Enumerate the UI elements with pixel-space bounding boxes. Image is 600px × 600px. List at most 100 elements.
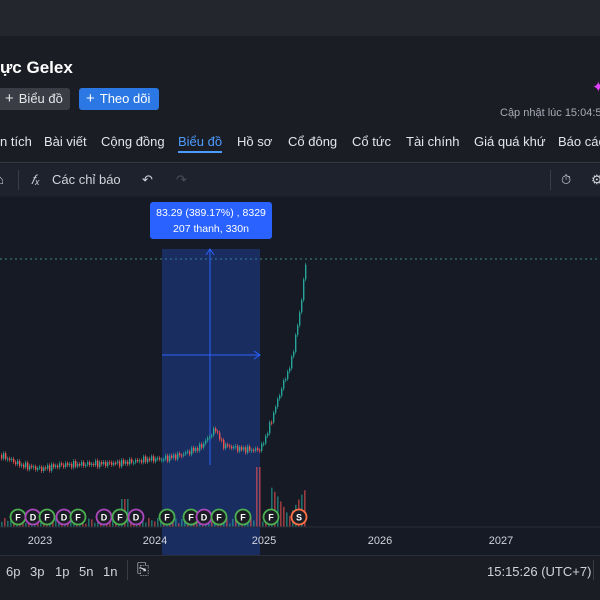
event-marker[interactable]: D	[195, 508, 213, 526]
x-axis: 2023 2024 2025 2026 2027	[28, 535, 513, 547]
event-marker[interactable]: D	[55, 508, 73, 526]
follow-button[interactable]: + Theo dõi	[79, 88, 159, 110]
alert-icon[interactable]: ⏱	[561, 172, 571, 188]
volume-bar	[232, 518, 234, 527]
timeframe-5n[interactable]: 5n	[79, 564, 93, 579]
event-marker-label: D	[133, 513, 140, 523]
event-marker[interactable]: F	[234, 508, 252, 526]
volume-bar	[151, 520, 153, 527]
measure-label: 83.29 (389.17%) , 8329 207 thanh, 330n	[150, 202, 272, 239]
chart-area[interactable]: FDFDFDFDFFDFFFS 83.29 (389.17%) , 8329 2…	[0, 197, 600, 555]
event-marker-label: F	[44, 513, 50, 523]
tab-financials[interactable]: Tài chính	[406, 134, 459, 149]
x-tick-label: 2023	[28, 535, 52, 547]
volume-bar	[253, 520, 255, 527]
volume-bar	[256, 467, 258, 527]
event-marker[interactable]: F	[158, 508, 176, 526]
volume-bar	[280, 501, 282, 527]
timeframe-1p[interactable]: 1p	[55, 564, 69, 579]
tab-articles[interactable]: Bài viết	[44, 134, 87, 149]
tab-shareholders[interactable]: Cổ đông	[288, 134, 337, 149]
volume-bar	[175, 518, 177, 527]
timeframe-1n[interactable]: 1n	[103, 564, 117, 579]
x-tick-label: 2026	[368, 535, 392, 547]
event-marker-label: D	[61, 513, 68, 523]
tab-community[interactable]: Cộng đồng	[101, 134, 165, 149]
event-marker[interactable]: S	[290, 508, 308, 526]
measure-label-line2: 207 thanh, 330n	[173, 223, 249, 235]
volume-bar	[4, 518, 6, 527]
volume-bar	[88, 518, 90, 527]
plus-icon: +	[5, 90, 14, 107]
event-marker-label: F	[268, 513, 274, 523]
bottom-bar: 6p 3p 1p 5n 1n ⎘ 15:15:26 (UTC+7)	[0, 555, 600, 586]
event-marker[interactable]: D	[95, 508, 113, 526]
event-marker-label: F	[75, 513, 81, 523]
price-chart[interactable]: FDFDFDFDFFDFFFS 83.29 (389.17%) , 8329 2…	[0, 197, 600, 555]
timeframe-6p[interactable]: 6p	[6, 564, 20, 579]
volume-bar	[259, 467, 261, 527]
tab-analysis[interactable]: n tích	[0, 134, 32, 149]
tab-reports[interactable]: Báo các	[558, 134, 600, 149]
volume-bar	[148, 518, 150, 527]
volume-bar	[178, 523, 180, 527]
event-marker[interactable]: F	[9, 508, 27, 526]
event-marker[interactable]: F	[210, 508, 228, 526]
indicators-button[interactable]: Các chỉ báo	[52, 172, 121, 187]
chart-button-label: Biểu đồ	[18, 91, 63, 106]
volume-bar	[1, 521, 3, 527]
event-marker-label: F	[15, 513, 21, 523]
interval-icon[interactable]: ⌂	[0, 172, 4, 187]
divider	[18, 170, 19, 190]
divider	[593, 560, 594, 580]
tab-profile[interactable]: Hồ sơ	[237, 134, 272, 149]
updated-time: Cập nhật lúc 15:04:5	[500, 107, 600, 119]
volume-bar	[91, 519, 93, 527]
plus-icon: +	[86, 90, 95, 107]
x-tick-label: 2027	[489, 535, 513, 547]
chart-button[interactable]: + Biểu đồ	[0, 88, 70, 110]
active-tab-underline	[178, 151, 222, 153]
divider	[127, 560, 128, 580]
volume-bar	[262, 521, 264, 527]
event-marker-label: D	[30, 513, 37, 523]
volume-bar	[94, 522, 96, 527]
event-marker-label: D	[101, 513, 108, 523]
timeframe-3p[interactable]: 3p	[30, 564, 44, 579]
measure-label-line1: 83.29 (389.17%) , 8329	[156, 207, 266, 219]
volume-bar	[145, 522, 147, 527]
volume-bar	[283, 506, 285, 527]
function-icon[interactable]: 𝑓ₓ	[31, 172, 40, 188]
event-marker[interactable]: D	[24, 508, 42, 526]
price-series	[1, 262, 307, 473]
event-marker[interactable]: F	[262, 508, 280, 526]
x-tick-label: 2024	[143, 535, 167, 547]
event-marker-label: F	[164, 513, 170, 523]
tab-historical-prices[interactable]: Giá quá khứ	[474, 134, 546, 149]
event-marker-label: D	[201, 513, 208, 523]
settings-icon[interactable]: ⚙	[591, 172, 600, 188]
volume-bar	[229, 523, 231, 527]
volume-bar	[286, 512, 288, 527]
divider	[550, 170, 551, 190]
divider	[0, 162, 600, 163]
date-range-icon[interactable]: ⎘	[137, 561, 149, 578]
undo-icon[interactable]: ↶	[142, 172, 153, 188]
event-marker[interactable]: D	[127, 508, 145, 526]
volume-bar	[289, 515, 291, 527]
footer	[0, 585, 600, 600]
volume-bar	[25, 522, 27, 527]
redo-icon[interactable]: ↷	[176, 172, 187, 188]
event-marker[interactable]: F	[111, 508, 129, 526]
event-marker[interactable]: F	[69, 508, 87, 526]
page-title: ực Gelex	[0, 58, 73, 77]
event-marker[interactable]: F	[38, 508, 56, 526]
chart-toolbar: ⌂ 𝑓ₓ Các chỉ báo ↶ ↷ ⏱ ⚙	[0, 164, 600, 196]
event-marker-label: F	[188, 513, 194, 523]
tab-dividends[interactable]: Cổ tức	[352, 134, 391, 149]
tab-chart[interactable]: Biểu đồ	[178, 134, 222, 149]
top-bar	[0, 0, 600, 37]
event-marker-label: F	[216, 513, 222, 523]
follow-button-label: Theo dõi	[99, 91, 151, 106]
volume-bar	[181, 518, 183, 527]
